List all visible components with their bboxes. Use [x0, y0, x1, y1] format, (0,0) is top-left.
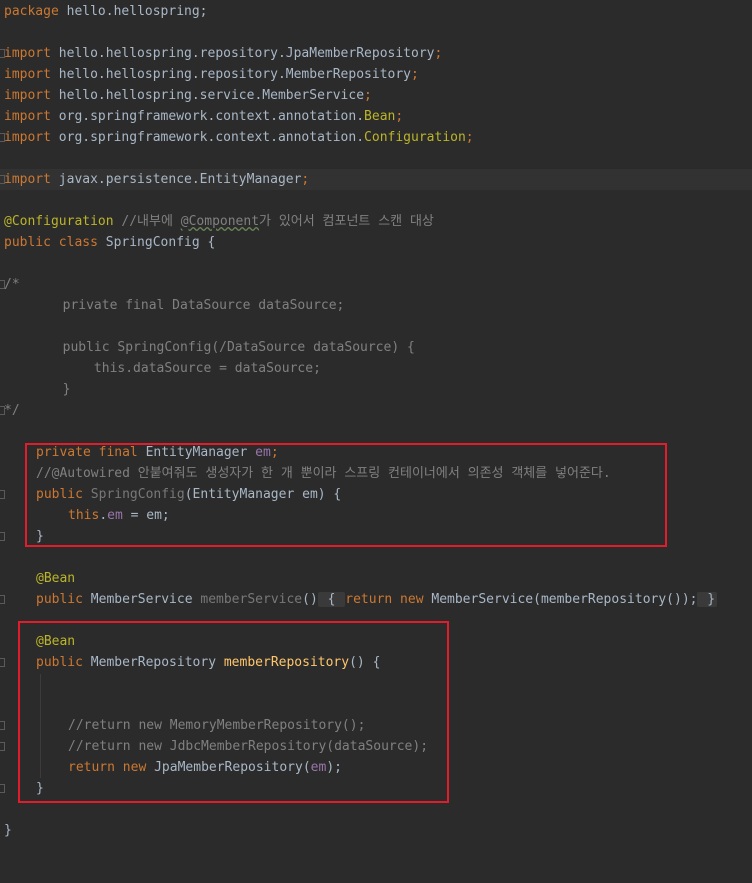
keyword: import — [4, 109, 51, 124]
code-line: import hello.hellospring.service.MemberS… — [0, 85, 752, 106]
keyword: return new — [345, 592, 424, 607]
code-line: public SpringConfig(/DataSource dataSour… — [0, 337, 752, 358]
code-line: public MemberService memberService() { r… — [0, 589, 752, 610]
import-path: org.springframework.context.annotation. — [50, 130, 365, 145]
semicolon: ; — [301, 172, 310, 187]
folded-brace[interactable]: } — [697, 592, 718, 607]
code-line: */ — [0, 400, 752, 421]
fold-marker-icon[interactable] — [0, 532, 5, 541]
annotation: @Configuration — [4, 214, 114, 229]
folded-brace[interactable]: { — [317, 592, 346, 607]
highlight-box-repository — [18, 621, 449, 803]
comment: this.dataSource = dataSource; — [0, 361, 321, 376]
code-line: } — [0, 379, 752, 400]
keyword: public class — [4, 235, 98, 250]
annotation: @Bean — [36, 571, 76, 586]
keyword: import — [4, 172, 51, 187]
keyword: import — [4, 88, 51, 103]
expression: MemberService(memberRepository()); — [423, 592, 698, 607]
fold-marker-icon[interactable] — [0, 595, 5, 604]
fold-marker-icon[interactable] — [0, 490, 5, 499]
semicolon: ; — [434, 46, 443, 61]
import-path: javax.persistence.EntityManager — [50, 172, 302, 187]
fold-marker-icon[interactable] — [0, 742, 5, 751]
code-line: private final DataSource dataSource; — [0, 295, 752, 316]
import-path: hello.hellospring.service.MemberService — [50, 88, 365, 103]
brace: } — [4, 823, 12, 838]
type-name: MemberService — [82, 592, 201, 607]
comment: /* — [4, 277, 20, 292]
semicolon: ; — [411, 67, 419, 82]
import-path: org.springframework.context.annotation. — [50, 109, 365, 124]
fold-marker-icon[interactable] — [0, 721, 5, 730]
code-line: /* — [0, 274, 752, 295]
code-line: import hello.hellospring.repository.JpaM… — [0, 43, 752, 64]
code-line: @Bean — [0, 568, 752, 589]
method-name: memberService — [200, 592, 303, 607]
semicolon: ; — [465, 130, 474, 145]
code-line: @Configuration //내부에 @Component가 있어서 컴포넌… — [0, 211, 752, 232]
keyword: import — [4, 130, 51, 145]
keyword: package — [4, 4, 59, 19]
keyword: import — [4, 46, 51, 61]
import-path: hello.hellospring.repository.MemberRepos… — [50, 67, 411, 82]
import-class: Bean — [364, 109, 396, 124]
code-line: public class SpringConfig { — [0, 232, 752, 253]
import-path: hello.hellospring.repository.JpaMemberRe… — [50, 46, 435, 61]
comment: @Component — [180, 214, 260, 229]
comment: public SpringConfig(/DataSource dataSour… — [0, 340, 415, 355]
fold-marker-icon[interactable] — [0, 658, 5, 667]
keyword: public — [36, 592, 83, 607]
package-name: hello.hellospring; — [58, 4, 208, 19]
comment: //내부에 — [113, 214, 181, 229]
keyword: import — [4, 67, 51, 82]
semicolon: ; — [395, 109, 404, 124]
comment: */ — [4, 403, 20, 418]
code-line-current: import javax.persistence.EntityManager; — [0, 169, 752, 190]
comment: } — [0, 382, 71, 397]
code-line: import org.springframework.context.annot… — [0, 106, 752, 127]
code-line: import hello.hellospring.repository.Memb… — [0, 64, 752, 85]
code-line: import org.springframework.context.annot… — [0, 127, 752, 148]
class-name: SpringConfig { — [97, 235, 216, 250]
code-line: this.dataSource = dataSource; — [0, 358, 752, 379]
parens: () — [302, 592, 318, 607]
comment: private final DataSource dataSource; — [0, 298, 345, 313]
highlight-box-constructor — [25, 443, 667, 547]
code-line: } — [0, 820, 752, 841]
code-line: package hello.hellospring; — [0, 1, 752, 22]
semicolon: ; — [364, 88, 372, 103]
import-class: Configuration — [364, 130, 466, 145]
fold-marker-icon[interactable] — [0, 784, 5, 793]
code-editor[interactable]: package hello.hellospring; import hello.… — [0, 0, 752, 849]
comment: 가 있어서 컴포넌트 스캔 대상 — [259, 214, 434, 229]
